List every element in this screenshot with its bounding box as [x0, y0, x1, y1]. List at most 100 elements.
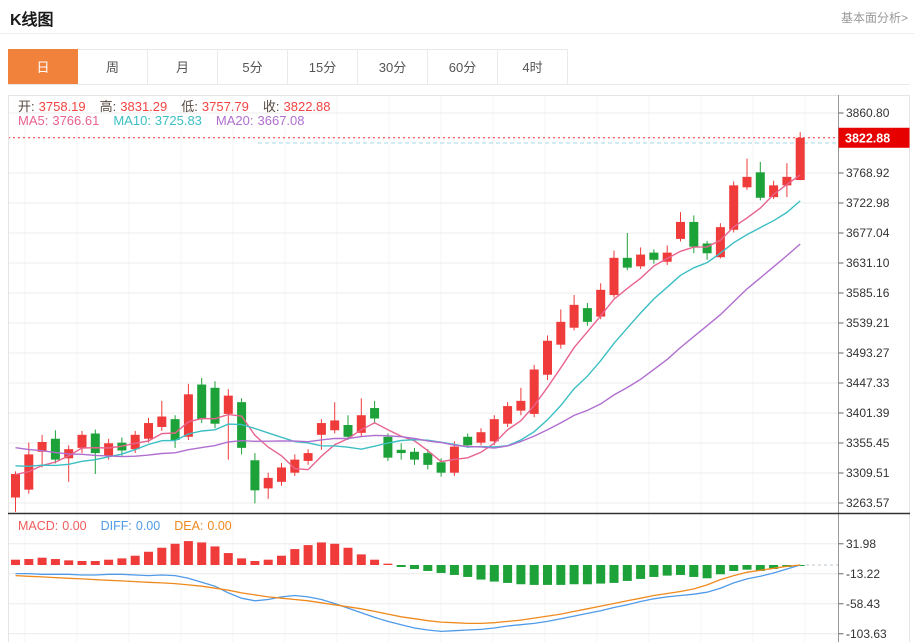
- candle-body: [583, 308, 592, 322]
- macd-bar: [423, 565, 432, 571]
- legend-label: 收:: [263, 99, 280, 114]
- macd-bar: [649, 565, 658, 577]
- price-tick-label: 3585.16: [846, 286, 890, 300]
- candle-body: [676, 222, 685, 239]
- macd-bar: [583, 565, 592, 584]
- macd-bar: [224, 553, 233, 565]
- tab-period-7[interactable]: 4时: [498, 49, 568, 84]
- tab-period-5[interactable]: 30分: [358, 49, 428, 84]
- macd-bar: [184, 541, 193, 565]
- tab-period-1[interactable]: 周: [78, 49, 148, 84]
- legend-label: 高:: [100, 99, 117, 114]
- candle-body: [570, 305, 579, 328]
- macd-bar: [543, 565, 552, 585]
- legend-label: MACD:: [18, 519, 58, 533]
- candle-body: [144, 423, 153, 439]
- candle-body: [197, 385, 206, 420]
- candle-body: [157, 417, 166, 427]
- macd-bar: [290, 549, 299, 565]
- price-tick-label: 3539.21: [846, 316, 890, 330]
- legend-label: MA5:: [18, 113, 48, 128]
- legend-value: 0.00: [62, 519, 86, 533]
- candle-body: [397, 450, 406, 453]
- diff-line: [16, 565, 801, 631]
- ma5-line: [16, 175, 801, 475]
- tab-period-0[interactable]: 日: [8, 49, 78, 84]
- price-tick-label: 3447.33: [846, 376, 890, 390]
- macd-bar: [38, 558, 47, 565]
- macd-bar: [91, 561, 100, 565]
- candle-body: [689, 222, 698, 247]
- macd-bar: [689, 565, 698, 577]
- macd-bar: [503, 565, 512, 583]
- legend-label: DIFF:: [101, 519, 132, 533]
- ma20-line: [16, 244, 801, 457]
- macd-bar: [317, 542, 326, 565]
- macd-bar: [157, 548, 166, 565]
- candle-body: [250, 460, 259, 490]
- candle-body: [78, 435, 87, 448]
- tab-period-4[interactable]: 15分: [288, 49, 358, 84]
- macd-bar: [450, 565, 459, 575]
- period-tab-bar: 日周月5分15分30分60分4时: [8, 49, 910, 85]
- price-tick-label: 3401.39: [846, 406, 890, 420]
- macd-bar: [530, 565, 539, 585]
- tab-period-3[interactable]: 5分: [218, 49, 288, 84]
- macd-bar: [703, 565, 712, 578]
- candle-body: [184, 394, 193, 436]
- ma-legend: MA5:3766.61MA10:3725.83MA20:3667.08: [18, 113, 319, 128]
- candle-body: [543, 341, 552, 375]
- macd-bar: [663, 565, 672, 576]
- candle-body: [463, 437, 472, 445]
- legend-value: 3667.08: [258, 113, 305, 128]
- candle-body: [317, 423, 326, 435]
- candle-body: [423, 453, 432, 465]
- candle-body: [756, 172, 765, 197]
- macd-bar: [11, 560, 20, 565]
- macd-bar: [383, 564, 392, 565]
- candle-body: [729, 185, 738, 229]
- price-tick-label: 3677.04: [846, 226, 890, 240]
- macd-bar: [636, 565, 645, 579]
- macd-bar: [743, 565, 752, 570]
- candle-body: [503, 406, 512, 424]
- macd-bar: [397, 565, 406, 567]
- fundamental-analysis-link[interactable]: 基本面分析>: [841, 9, 908, 26]
- macd-tick-label: 31.98: [846, 537, 876, 551]
- price-tick-label: 3722.98: [846, 196, 890, 210]
- candle-body: [277, 467, 286, 481]
- macd-bar: [237, 558, 246, 565]
- macd-bar: [477, 565, 486, 580]
- candle-body: [649, 253, 658, 260]
- macd-bar: [51, 559, 60, 565]
- kline-chart-svg: 3860.803814.863768.923722.983677.043631.…: [8, 95, 910, 642]
- title-divider: [0, 33, 914, 34]
- candle-body: [330, 420, 339, 430]
- macd-bar: [264, 560, 273, 565]
- candle-body: [530, 370, 539, 414]
- macd-bar: [104, 560, 113, 565]
- macd-tick-label: -58.43: [846, 597, 880, 611]
- candle-body: [91, 434, 100, 454]
- tab-period-2[interactable]: 月: [148, 49, 218, 84]
- legend-value: 3831.29: [120, 99, 167, 114]
- legend-label: MA10:: [113, 113, 151, 128]
- legend-value: 3822.88: [284, 99, 331, 114]
- legend-value: 0.00: [136, 519, 160, 533]
- candle-body: [556, 322, 565, 345]
- legend-value: 0.00: [207, 519, 231, 533]
- candle-body: [224, 396, 233, 414]
- macd-bar: [490, 565, 499, 582]
- macd-bar: [250, 561, 259, 565]
- legend-value: 3766.61: [52, 113, 99, 128]
- macd-bar: [357, 554, 366, 565]
- macd-bar: [131, 556, 140, 565]
- candle-body: [490, 419, 499, 441]
- candle-body: [437, 462, 446, 472]
- candle-body: [344, 425, 353, 437]
- tab-period-6[interactable]: 60分: [428, 49, 498, 84]
- chart-area: 开:3758.19高:3831.29低:3757.79收:3822.88 MA5…: [8, 95, 910, 642]
- macd-bar: [463, 565, 472, 577]
- macd-bar: [716, 565, 725, 574]
- macd-bar: [330, 544, 339, 565]
